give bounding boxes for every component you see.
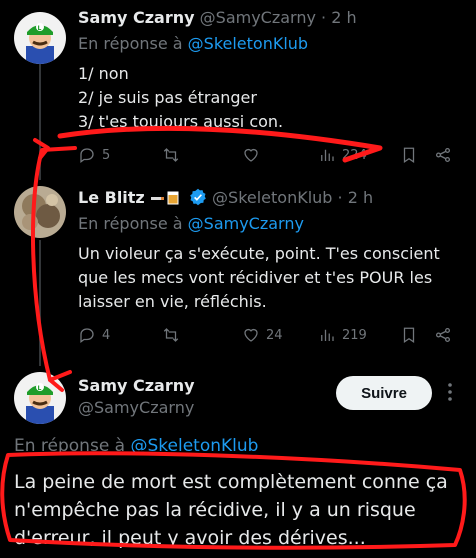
tweet3-display-name[interactable]: Samy Czarny (78, 376, 195, 395)
tweet2-header: Le Blitz @SkeletonKlub · 2 h (78, 188, 373, 207)
tweet1-text: 1/ non 2/ je suis pas étranger 3/ t'es t… (78, 62, 283, 134)
blitz-emoji-icon (150, 189, 184, 205)
reply-icon (80, 328, 94, 344)
svg-text:L: L (38, 385, 42, 392)
share-button[interactable] (434, 146, 452, 164)
luigi-avatar-icon: L (14, 12, 66, 64)
tweet2-display-name[interactable]: Le Blitz (78, 188, 145, 207)
reply-button[interactable]: 5 (78, 146, 110, 164)
views-count: 224 (342, 147, 367, 163)
views-count: 219 (342, 327, 367, 343)
like-icon (244, 148, 258, 162)
like-button[interactable] (242, 146, 260, 164)
retweet-button[interactable] (162, 326, 180, 344)
like-icon (244, 328, 258, 342)
bookmark-icon (403, 327, 415, 343)
tweet1-line: 1/ non (78, 64, 129, 83)
like-count: 24 (266, 327, 283, 343)
tweet3-reply-prefix: En réponse à (14, 436, 126, 456)
share-button[interactable] (434, 326, 452, 344)
tweet1-reply-context: En réponse à @SkeletonKlub (78, 34, 308, 53)
tweet1-line: 2/ je suis pas étranger (78, 88, 257, 107)
tweet2-actions: 4 24 219 (78, 326, 458, 346)
tweet1-separator: · (321, 8, 327, 27)
tweet3-reply-context: En réponse à @SkeletonKlub (14, 436, 258, 456)
views-icon (321, 329, 334, 341)
leblitz-avatar-icon (14, 186, 66, 238)
follow-button[interactable]: Suivre (336, 376, 432, 410)
tweet3-text: La peine de mort est complètement conne … (14, 471, 448, 549)
tweet2-reply-to-link[interactable]: @SamyCzarny (188, 214, 304, 233)
tweet1-handle[interactable]: @SamyCzarny (200, 8, 316, 27)
tweet2-handle[interactable]: @SkeletonKlub (212, 188, 332, 207)
luigi-avatar-icon: L (14, 372, 66, 424)
retweet-icon (163, 328, 179, 342)
tweet1-reply-to-link[interactable]: @SkeletonKlub (188, 34, 308, 53)
share-icon (435, 147, 451, 163)
verified-badge-icon (190, 188, 206, 206)
tweet1-display-name[interactable]: Samy Czarny (78, 8, 195, 27)
reply-icon (80, 148, 94, 164)
tweet1-reply-prefix: En réponse à (78, 34, 183, 53)
like-button[interactable]: 24 (242, 326, 283, 344)
views-icon (321, 149, 334, 161)
thread-line-1 (39, 62, 41, 180)
tweet3-reply-to-link[interactable]: @SkeletonKlub (131, 436, 259, 456)
tweet1-time[interactable]: 2 h (331, 8, 356, 27)
avatar-samy-2[interactable]: L (14, 372, 66, 424)
thread-line-2 (39, 240, 41, 366)
tweet2-text: Un violeur ça s'exécute, point. T'es con… (78, 244, 440, 311)
avatar-samy-1[interactable]: L (14, 12, 66, 64)
tweet2-reply-context: En réponse à @SamyCzarny (78, 214, 304, 233)
bookmark-icon (403, 147, 415, 163)
retweet-icon (163, 148, 179, 162)
bookmark-button[interactable] (400, 146, 418, 164)
tweet1-actions: 5 224 (78, 146, 458, 166)
tweet3-handle[interactable]: @SamyCzarny (78, 398, 194, 417)
reply-button[interactable]: 4 (78, 326, 110, 344)
views-button[interactable]: 219 (318, 326, 367, 344)
tweet2-reply-prefix: En réponse à (78, 214, 183, 233)
reply-count: 5 (102, 147, 111, 163)
svg-text:L: L (38, 25, 42, 32)
tweet1-line: 3/ t'es toujours aussi con. (78, 112, 284, 131)
bookmark-button[interactable] (400, 326, 418, 344)
reply-count: 4 (102, 327, 111, 343)
retweet-button[interactable] (162, 146, 180, 164)
tweet2-time[interactable]: 2 h (348, 188, 373, 207)
views-button[interactable]: 224 (318, 146, 367, 164)
avatar-leblitz[interactable] (14, 186, 66, 238)
tweet2-separator: · (337, 188, 343, 207)
arrowhead-stroke (33, 138, 50, 160)
tweet1-header: Samy Czarny @SamyCzarny · 2 h (78, 8, 357, 27)
more-options-icon[interactable] (438, 380, 462, 404)
share-icon (435, 327, 451, 343)
